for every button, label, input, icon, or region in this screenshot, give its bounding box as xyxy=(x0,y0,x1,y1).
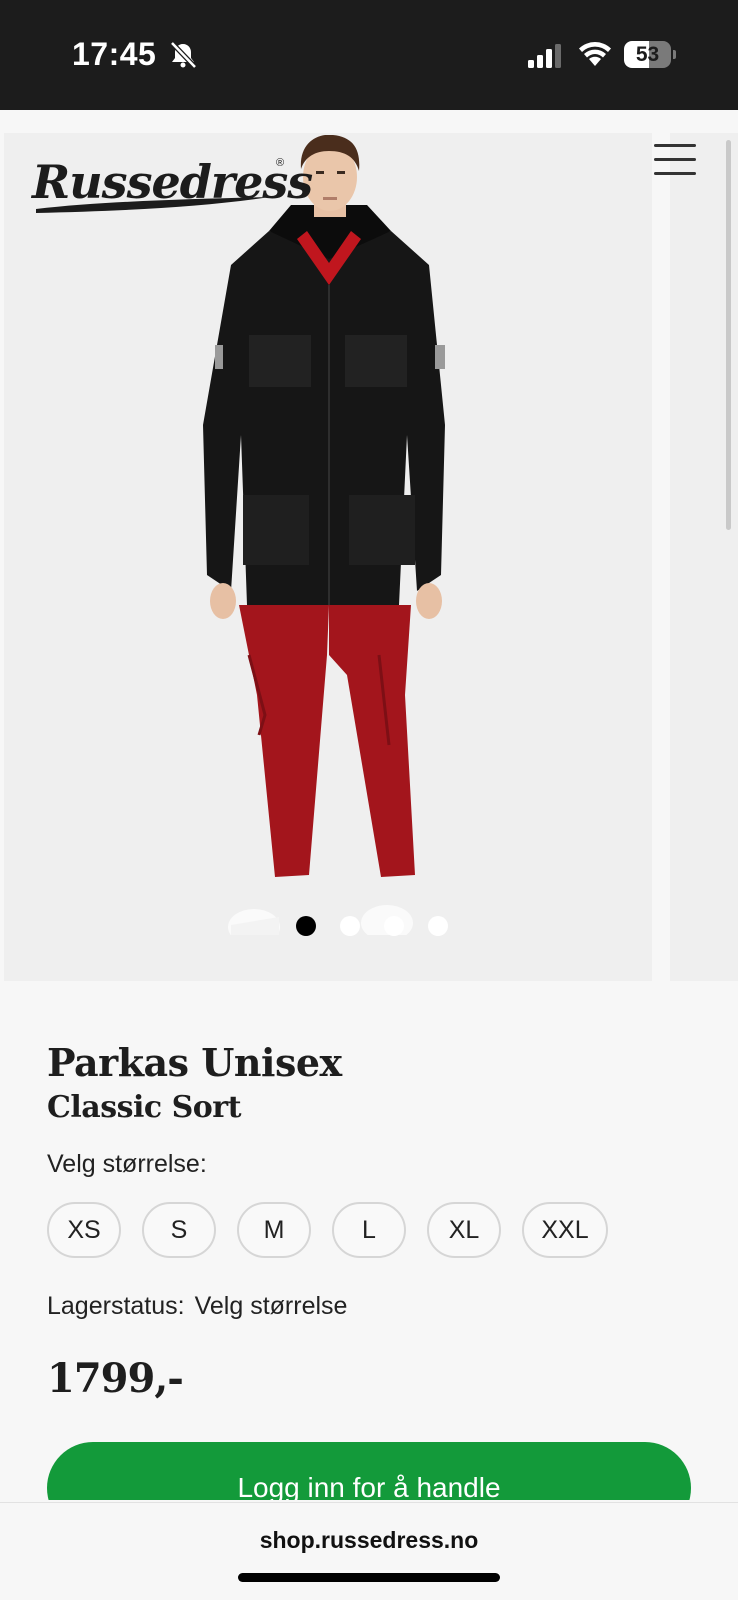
product-price: 1799,- xyxy=(47,1355,184,1402)
status-bar: 17:45 53 xyxy=(0,0,738,110)
size-button-s[interactable]: S xyxy=(142,1202,216,1258)
scrollbar[interactable] xyxy=(726,140,731,530)
size-button-xl[interactable]: XL xyxy=(427,1202,501,1258)
bell-muted-icon xyxy=(170,41,197,69)
hamburger-menu-icon[interactable] xyxy=(654,144,696,176)
stock-label: Lagerstatus: xyxy=(47,1292,185,1320)
size-button-l[interactable]: L xyxy=(332,1202,406,1258)
size-select-label: Velg størrelse: xyxy=(47,1150,207,1178)
browser-address-bar[interactable]: shop.russedress.no xyxy=(0,1502,738,1600)
registered-mark: ® xyxy=(276,157,285,169)
product-title: Parkas Unisex xyxy=(47,1040,342,1085)
login-to-shop-button[interactable]: Logg inn for å handle xyxy=(47,1442,691,1500)
size-button-m[interactable]: M xyxy=(237,1202,311,1258)
size-button-xxl[interactable]: XXL xyxy=(522,1202,608,1258)
carousel-dot-2[interactable] xyxy=(340,916,360,936)
product-page: Russedress ® Parkas Unisex Classic Sort … xyxy=(0,110,738,1500)
stock-status: Lagerstatus: Velg størrelse xyxy=(47,1292,347,1321)
cellular-signal-icon xyxy=(528,44,561,68)
url-text[interactable]: shop.russedress.no xyxy=(0,1527,738,1554)
carousel-dot-4[interactable] xyxy=(428,916,448,936)
size-button-xs[interactable]: XS xyxy=(47,1202,121,1258)
carousel-dot-3[interactable] xyxy=(384,916,404,936)
status-time: 17:45 xyxy=(72,36,157,72)
battery-icon: 53 xyxy=(624,41,676,68)
product-image-carousel[interactable]: Russedress ® xyxy=(4,133,652,981)
carousel-dot-1[interactable] xyxy=(296,916,316,936)
home-indicator[interactable] xyxy=(238,1573,500,1582)
logo-swoosh xyxy=(36,197,270,213)
stock-value: Velg størrelse xyxy=(194,1292,348,1320)
wifi-icon xyxy=(579,42,611,66)
battery-percent: 53 xyxy=(635,43,660,66)
product-variant: Classic Sort xyxy=(47,1090,241,1125)
product-photo-model xyxy=(203,135,445,935)
